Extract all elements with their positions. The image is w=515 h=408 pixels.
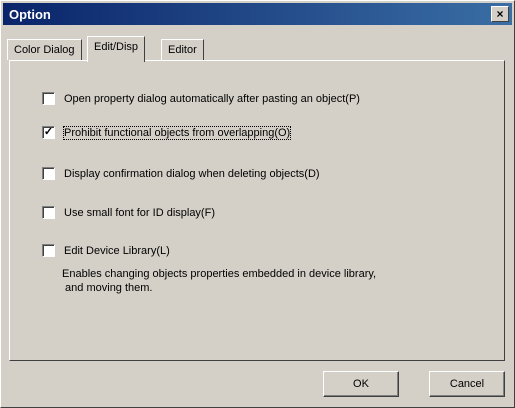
option-confirm-delete[interactable]: Display confirmation dialog when deletin… <box>42 167 320 180</box>
checkbox-checked[interactable]: ✓ <box>42 126 55 139</box>
option-dialog: Option × Color Dialog Edit/Disp Editor O… <box>0 0 515 408</box>
dialog-title: Option <box>9 7 51 22</box>
tab-panel-edit-disp: Open property dialog automatically after… <box>9 60 505 361</box>
cancel-button[interactable]: Cancel <box>429 371 505 397</box>
tab-editor[interactable]: Editor <box>161 39 204 60</box>
option-label: Display confirmation dialog when deletin… <box>64 167 320 180</box>
option-open-property-dialog[interactable]: Open property dialog automatically after… <box>42 92 360 105</box>
description-line: Enables changing objects properties embe… <box>62 268 377 280</box>
description-line: and moving them. <box>62 282 153 294</box>
option-label: Prohibit functional objects from overlap… <box>62 125 292 140</box>
edit-device-library-description: Enables changing objects properties embe… <box>62 267 462 295</box>
checkbox[interactable] <box>42 244 55 257</box>
ok-button[interactable]: OK <box>323 371 399 397</box>
option-label: Edit Device Library(L) <box>64 244 170 257</box>
checkbox[interactable] <box>42 206 55 219</box>
tab-edit-disp[interactable]: Edit/Disp <box>87 36 146 62</box>
option-label: Open property dialog automatically after… <box>64 92 360 105</box>
title-bar[interactable]: Option × <box>3 3 512 25</box>
option-small-font-id[interactable]: Use small font for ID display(F) <box>42 206 215 219</box>
checkbox[interactable] <box>42 167 55 180</box>
option-prohibit-overlapping[interactable]: ✓ Prohibit functional objects from overl… <box>42 125 292 140</box>
close-button[interactable]: × <box>491 6 509 22</box>
option-label: Use small font for ID display(F) <box>64 206 215 219</box>
tab-color-dialog[interactable]: Color Dialog <box>7 39 82 60</box>
checkbox[interactable] <box>42 92 55 105</box>
option-edit-device-library[interactable]: Edit Device Library(L) <box>42 244 170 257</box>
